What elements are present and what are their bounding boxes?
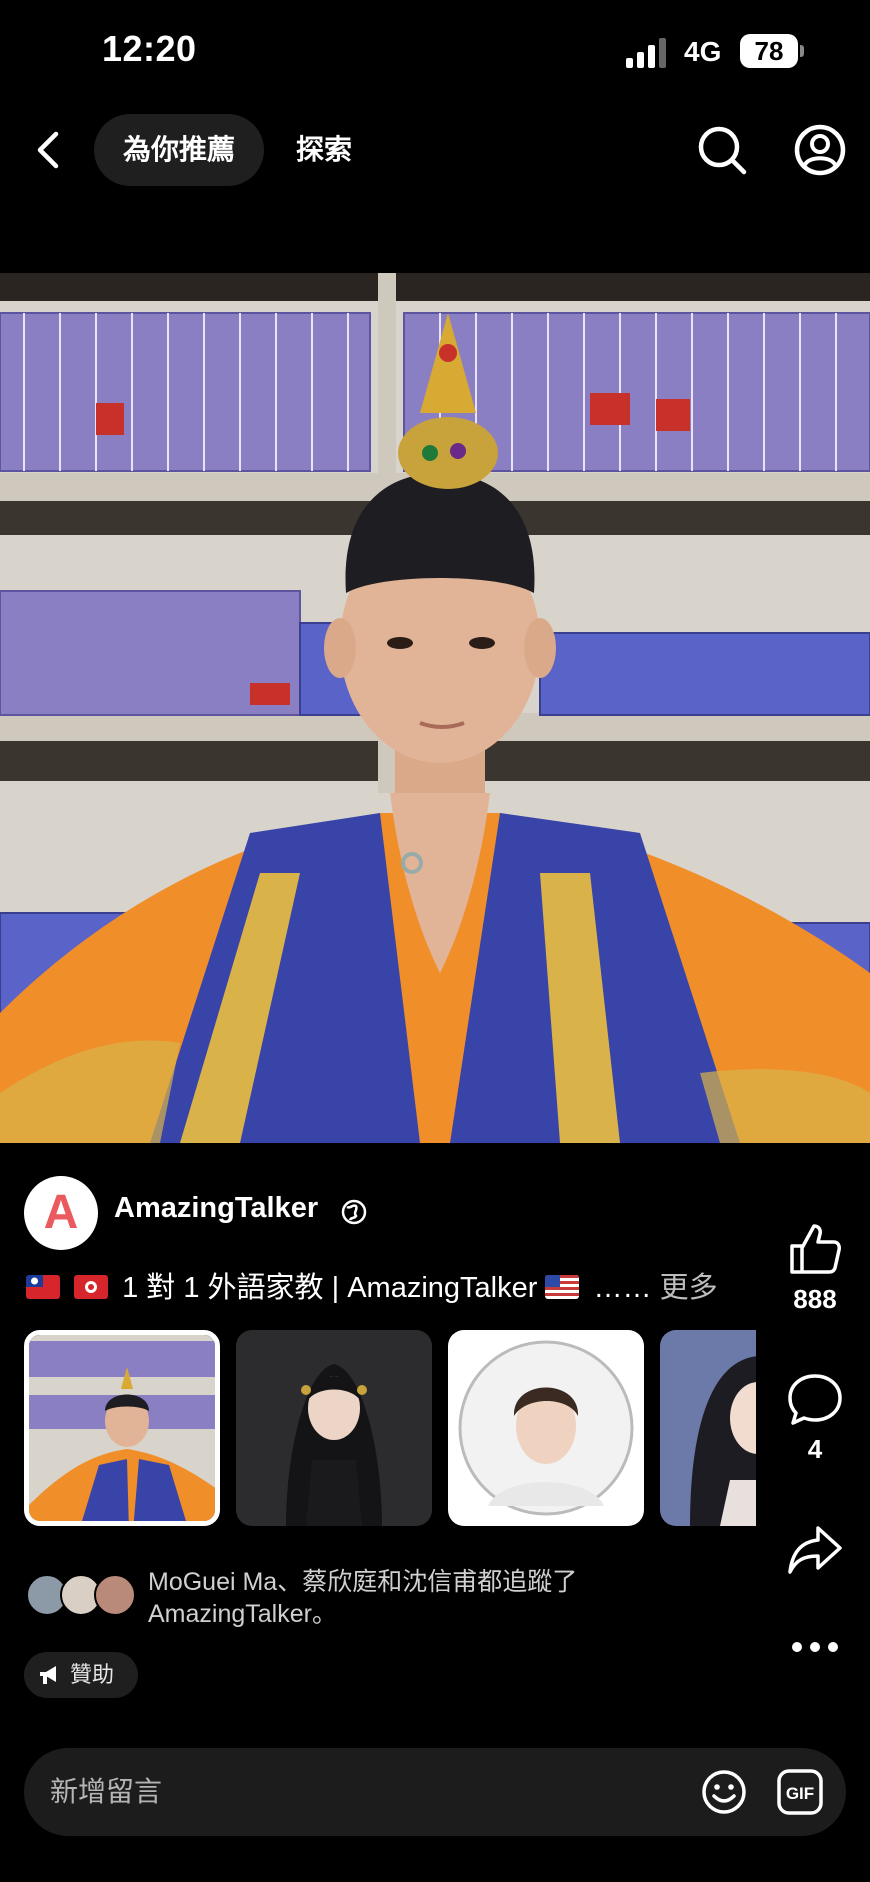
post-caption[interactable]: 1 對 1 外語家教 | AmazingTalker …… 更多: [26, 1264, 746, 1312]
status-time: 12:20: [102, 28, 197, 69]
see-more-link[interactable]: 更多: [660, 1272, 718, 1304]
page-name[interactable]: AmazingTalker: [114, 1192, 318, 1225]
post-photo: [0, 273, 870, 1143]
more-icon[interactable]: [790, 1640, 840, 1654]
emoji-icon[interactable]: [700, 1768, 748, 1816]
carousel-thumb-2[interactable]: [236, 1330, 432, 1526]
chevron-left-icon[interactable]: [26, 122, 72, 178]
globe-icon: [341, 1199, 367, 1225]
sponsored-label: 贊助: [70, 1662, 115, 1687]
more-action[interactable]: [770, 1640, 860, 1654]
image-carousel[interactable]: [24, 1330, 756, 1526]
tab-for-you[interactable]: 為你推薦: [94, 114, 264, 186]
comment-count: 4: [807, 1434, 823, 1464]
avatar-logo: A: [43, 1186, 79, 1239]
gif-icon[interactable]: GIF: [776, 1768, 824, 1816]
tab-explore[interactable]: 探索: [296, 114, 352, 186]
like-action[interactable]: 888: [770, 1220, 860, 1315]
battery-indicator: 78: [740, 34, 804, 68]
like-count: 888: [793, 1284, 837, 1314]
profile-icon[interactable]: [792, 122, 848, 178]
svg-text:GIF: GIF: [786, 1784, 814, 1803]
battery-nub: [800, 45, 804, 57]
signal-icon: [626, 38, 666, 68]
top-nav: 為你推薦 探索: [0, 100, 870, 200]
share-action[interactable]: [770, 1520, 860, 1578]
post-header: A AmazingTalker: [0, 1170, 760, 1256]
share-icon[interactable]: [786, 1520, 844, 1578]
mutual-followers[interactable]: MoGuei Ma、蔡欣庭和沈信甫都追蹤了AmazingTalker。: [26, 1566, 746, 1636]
search-icon[interactable]: [694, 122, 750, 178]
megaphone-icon: [40, 1666, 56, 1684]
page-avatar[interactable]: A: [24, 1176, 98, 1250]
caption-ellipsis: ……: [593, 1272, 652, 1304]
flag-usa-icon: [545, 1275, 580, 1300]
followers-text: MoGuei Ma、蔡欣庭和沈信甫都追蹤了AmazingTalker。: [148, 1568, 578, 1628]
carousel-thumb-1[interactable]: [24, 1330, 220, 1526]
flag-hongkong-icon: [74, 1275, 109, 1300]
sponsored-badge[interactable]: 贊助: [24, 1652, 138, 1698]
comment-action[interactable]: 4: [770, 1370, 860, 1465]
flag-taiwan-icon: [26, 1275, 60, 1300]
comment-placeholder: 新增留言: [50, 1776, 163, 1807]
carousel-thumb-4[interactable]: [660, 1330, 756, 1526]
battery-level: 78: [740, 34, 798, 68]
comment-input[interactable]: 新增留言 GIF: [24, 1748, 846, 1836]
status-bar: 12:20 4G 78: [0, 0, 870, 100]
side-actions: 888 4: [770, 1220, 860, 1680]
follower-avatar: [94, 1574, 136, 1616]
post-media[interactable]: [0, 273, 870, 1143]
thumbs-up-icon[interactable]: [786, 1220, 844, 1278]
network-type: 4G: [684, 36, 722, 67]
comment-icon[interactable]: [786, 1370, 844, 1428]
carousel-thumb-3[interactable]: [448, 1330, 644, 1526]
caption-text: 1 對 1 外語家教 | AmazingTalker: [122, 1272, 546, 1304]
